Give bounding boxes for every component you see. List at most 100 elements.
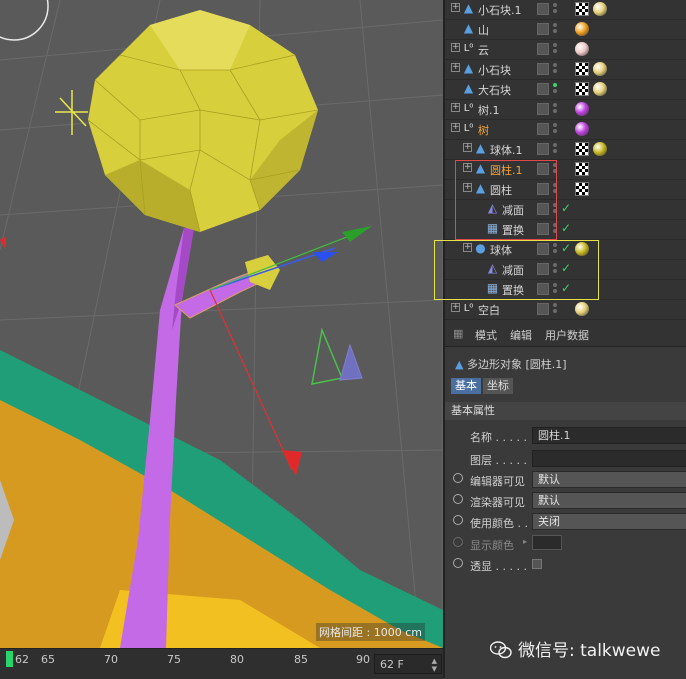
prop-use-color: 使用颜色 . . 关闭 [445,512,686,532]
polygon-icon: ▲ [463,81,474,95]
polygon-icon: ▲ [455,358,464,371]
editor-visible-dropdown[interactable]: 默认 [532,471,686,488]
texture-tag-icon[interactable] [575,62,589,76]
material-tag-icon[interactable] [593,62,607,76]
timeline-tick: 80 [230,653,244,666]
object-row[interactable]: + L⁰ 空白 [445,300,686,320]
null-icon: L⁰ [463,123,474,134]
section-basic-properties: 基本属性 [445,402,686,420]
viewport-3d[interactable]: 网格间距 : 1000 cm [0,0,443,648]
prop-name: 名称 . . . . . 圆柱.1 [445,426,686,446]
material-tag-icon[interactable] [593,2,607,16]
menu-user-data[interactable]: 用户数据 [545,327,589,343]
expand-arrow-icon[interactable]: ▸ [523,537,527,546]
material-tag-icon[interactable] [575,22,589,36]
layer-toggle[interactable] [537,123,549,135]
expand-toggle-icon[interactable]: + [451,123,460,132]
object-name: 云 [478,44,489,57]
gizmo-y-handle[interactable] [342,226,372,242]
layer-input[interactable] [532,450,686,467]
use-color-dropdown[interactable]: 关闭 [532,513,686,530]
xray-anim-radio[interactable] [453,558,463,568]
object-row[interactable]: ▲ 大石块 [445,80,686,100]
timeline-tick: 65 [41,653,55,666]
gizmo-z-handle[interactable] [313,252,338,262]
tab-basic[interactable]: 基本 [451,378,481,394]
layer-toggle[interactable] [537,63,549,75]
editor-visible-anim-radio[interactable] [453,473,463,483]
expand-toggle-icon[interactable]: + [451,303,460,312]
material-tag-icon[interactable] [593,82,607,96]
grip-icon: ▦ [453,327,464,340]
enabled-check-icon[interactable]: ✓ [561,221,571,235]
visibility-dots[interactable] [553,83,557,96]
material-tag-icon[interactable] [575,122,589,136]
visibility-dots[interactable] [553,303,557,316]
texture-tag-icon[interactable] [575,2,589,16]
layer-toggle[interactable] [537,143,549,155]
object-row[interactable]: ▲ 山 [445,20,686,40]
visibility-dots[interactable] [553,43,557,56]
material-tag-icon[interactable] [575,102,589,116]
object-name: 山 [478,24,489,37]
expand-toggle-icon[interactable]: + [451,103,460,112]
use-color-anim-radio[interactable] [453,515,463,525]
current-frame-value: 62 F [380,658,404,671]
object-name: 球体.1 [490,144,523,157]
object-name: 树.1 [478,104,500,117]
visibility-dots[interactable] [553,143,557,156]
menu-mode[interactable]: 模式 [475,327,497,343]
object-row[interactable]: + L⁰ 树 [445,120,686,140]
name-input[interactable]: 圆柱.1 [532,427,686,444]
visibility-dots[interactable] [553,3,557,16]
enabled-check-icon[interactable]: ✓ [561,201,571,215]
layer-toggle[interactable] [537,103,549,115]
timeline-cursor[interactable] [6,651,13,667]
texture-tag-icon[interactable] [575,82,589,96]
prop-display-color: 显示颜色 ▸ [445,534,686,554]
layer-toggle[interactable] [537,43,549,55]
null-icon: L⁰ [463,43,474,54]
grid-spacing-label: 网格间距 : 1000 cm [316,623,425,641]
layer-toggle[interactable] [537,3,549,15]
object-name: 大石块 [478,84,511,97]
layer-toggle[interactable] [537,83,549,95]
expand-toggle-icon[interactable]: + [463,143,472,152]
visibility-dots[interactable] [553,63,557,76]
display-color-label: 显示颜色 [470,539,514,552]
expand-toggle-icon[interactable]: + [451,3,460,12]
xray-checkbox[interactable] [532,559,542,569]
layer-label: 图层 . . . . . [470,454,527,467]
material-tag-icon[interactable] [593,142,607,156]
tab-coordinates[interactable]: 坐标 [483,378,513,394]
expand-toggle-icon[interactable]: + [451,63,460,72]
frame-spinner-icon[interactable]: ▲ ▼ [432,657,437,673]
texture-tag-icon[interactable] [575,162,589,176]
gizmo-plane-xz[interactable] [339,343,363,381]
render-visible-anim-radio[interactable] [453,494,463,504]
texture-tag-icon[interactable] [575,182,589,196]
visibility-dots[interactable] [553,23,557,36]
current-frame-field[interactable]: 62 F ▲ ▼ [374,654,442,674]
layer-toggle[interactable] [537,23,549,35]
gizmo-x-handle[interactable] [282,450,302,476]
visibility-dots[interactable] [553,103,557,116]
object-row[interactable]: + ▲ 小石块.1 [445,0,686,20]
editor-visible-label: 编辑器可见 [470,475,525,488]
object-row[interactable]: + ▲ 球体.1 [445,140,686,160]
viewport-scene [0,0,443,648]
visibility-dots[interactable] [553,123,557,136]
object-row[interactable]: + L⁰ 树.1 [445,100,686,120]
material-tag-icon[interactable] [575,302,589,316]
render-visible-dropdown[interactable]: 默认 [532,492,686,509]
layer-toggle[interactable] [537,303,549,315]
object-row[interactable]: + L⁰ 云 [445,40,686,60]
material-tag-icon[interactable] [575,42,589,56]
menu-edit[interactable]: 编辑 [510,327,532,343]
expand-toggle-icon[interactable]: + [451,43,460,52]
gizmo-plane-yz[interactable] [311,327,344,385]
attribute-menu-bar: ▦ 模式 编辑 用户数据 [445,322,686,347]
object-row[interactable]: + ▲ 小石块 [445,60,686,80]
null-icon: L⁰ [463,103,474,114]
texture-tag-icon[interactable] [575,142,589,156]
